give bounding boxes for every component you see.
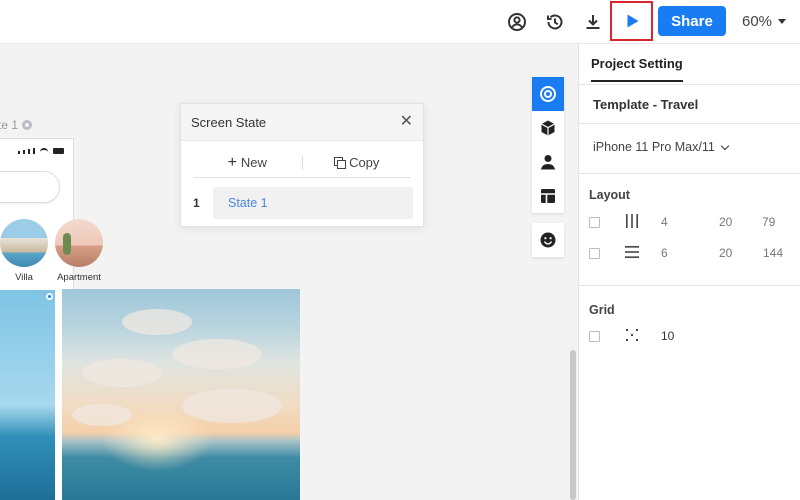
divider bbox=[579, 123, 800, 124]
category-label: Villa bbox=[15, 272, 33, 283]
share-button[interactable]: Share bbox=[658, 6, 726, 36]
search-input[interactable] bbox=[0, 171, 60, 203]
layout-icon bbox=[541, 189, 555, 203]
columns-icon bbox=[626, 214, 638, 228]
grid-dots-icon bbox=[626, 329, 638, 341]
canvas-scrollbar[interactable] bbox=[570, 350, 576, 500]
emoji-tool-button[interactable] bbox=[532, 223, 564, 257]
columns-checkbox[interactable] bbox=[589, 216, 600, 228]
divider bbox=[579, 173, 800, 174]
rows-count[interactable]: 6 bbox=[661, 246, 668, 260]
battery-icon bbox=[53, 148, 64, 154]
grid-section-title: Grid bbox=[589, 303, 615, 317]
preview-play-button[interactable] bbox=[610, 1, 653, 41]
signal-bar bbox=[33, 148, 35, 154]
tool-group bbox=[532, 77, 564, 213]
history-icon[interactable] bbox=[540, 7, 570, 37]
grid-row: 10 bbox=[589, 328, 794, 344]
grid-size[interactable]: 10 bbox=[661, 329, 674, 343]
rows-checkbox[interactable] bbox=[589, 247, 600, 259]
signal-bar bbox=[28, 149, 30, 154]
signal-bar bbox=[23, 150, 25, 154]
category-villa[interactable]: Villa bbox=[0, 219, 48, 283]
copy-state-button[interactable]: Copy bbox=[303, 155, 412, 170]
tool-group bbox=[532, 223, 564, 257]
new-state-button[interactable]: + New bbox=[193, 153, 302, 171]
user-circle-icon[interactable] bbox=[502, 7, 532, 37]
rows-gutter[interactable]: 20 bbox=[719, 246, 732, 260]
layout-rows-row: 6 20 144 bbox=[589, 245, 794, 261]
popup-header: Screen State ✕ bbox=[181, 104, 423, 141]
signal-icon bbox=[18, 151, 20, 154]
target-icon bbox=[540, 86, 556, 102]
component-tool-button[interactable] bbox=[532, 111, 564, 145]
cloud-shape bbox=[172, 339, 262, 369]
close-icon[interactable]: ✕ bbox=[400, 114, 413, 130]
grid-checkbox[interactable] bbox=[589, 330, 600, 342]
emoji-icon bbox=[540, 232, 556, 248]
apartment-image bbox=[55, 219, 103, 267]
frame-label[interactable]: te 1 bbox=[0, 118, 33, 132]
layout-section-title: Layout bbox=[589, 188, 630, 202]
play-icon bbox=[627, 14, 638, 28]
status-bar bbox=[18, 148, 64, 154]
tool-strip bbox=[532, 77, 564, 257]
state-item[interactable]: State 1 bbox=[213, 187, 413, 219]
screen-state-panel: Screen State ✕ + New Copy 1 State 1 bbox=[180, 103, 424, 227]
caret-down-icon bbox=[778, 18, 787, 24]
zoom-dropdown[interactable]: 60% bbox=[742, 11, 787, 31]
cloud-shape bbox=[82, 359, 162, 387]
villa-image bbox=[0, 219, 48, 267]
device-name: iPhone 11 Pro Max/11 bbox=[593, 140, 715, 154]
beach-photo[interactable] bbox=[0, 290, 55, 500]
state-name: State 1 bbox=[228, 196, 268, 210]
cloud-shape bbox=[72, 404, 132, 426]
columns-count[interactable]: 4 bbox=[661, 215, 668, 229]
cube-icon bbox=[541, 120, 555, 136]
cloud-shape bbox=[122, 309, 192, 335]
zoom-value: 60% bbox=[742, 12, 773, 30]
rows-height[interactable]: 144 bbox=[763, 246, 783, 260]
sunset-photo[interactable] bbox=[62, 289, 300, 500]
settings-icon[interactable] bbox=[22, 120, 33, 130]
tab-project-setting[interactable]: Project Setting bbox=[591, 56, 683, 82]
layout-tool-button[interactable] bbox=[532, 179, 564, 213]
download-icon[interactable] bbox=[578, 7, 608, 37]
popup-title: Screen State bbox=[191, 114, 267, 130]
columns-width[interactable]: 79 bbox=[762, 215, 775, 229]
divider bbox=[579, 285, 800, 286]
copy-icon bbox=[334, 157, 347, 169]
wifi-icon bbox=[40, 148, 48, 154]
columns-gutter[interactable]: 20 bbox=[719, 215, 732, 229]
template-name: Template - Travel bbox=[593, 97, 699, 112]
state-row: 1 State 1 bbox=[193, 187, 413, 219]
user-tool-button[interactable] bbox=[532, 145, 564, 179]
state-index: 1 bbox=[193, 196, 200, 210]
chevron-down-icon bbox=[720, 141, 730, 150]
new-label: New bbox=[240, 155, 267, 170]
top-toolbar: Share 60% bbox=[0, 0, 800, 44]
cloud-shape bbox=[182, 389, 282, 423]
plus-icon: + bbox=[227, 153, 237, 171]
copy-label: Copy bbox=[349, 155, 380, 170]
properties-panel: Project Setting Template - Travel iPhone… bbox=[578, 44, 800, 500]
device-dropdown[interactable]: iPhone 11 Pro Max/11 bbox=[593, 140, 730, 154]
state-actions: + New Copy bbox=[193, 148, 411, 178]
target-tool-button[interactable] bbox=[532, 77, 564, 111]
frame-label-text: te 1 bbox=[0, 118, 19, 132]
layout-columns-row: 4 20 79 bbox=[589, 214, 794, 230]
person-icon bbox=[541, 155, 555, 170]
category-apartment[interactable]: Apartment bbox=[55, 219, 103, 283]
rows-icon bbox=[625, 246, 639, 258]
category-label: Apartment bbox=[57, 272, 101, 283]
divider bbox=[579, 84, 800, 85]
pin-icon bbox=[46, 293, 53, 300]
